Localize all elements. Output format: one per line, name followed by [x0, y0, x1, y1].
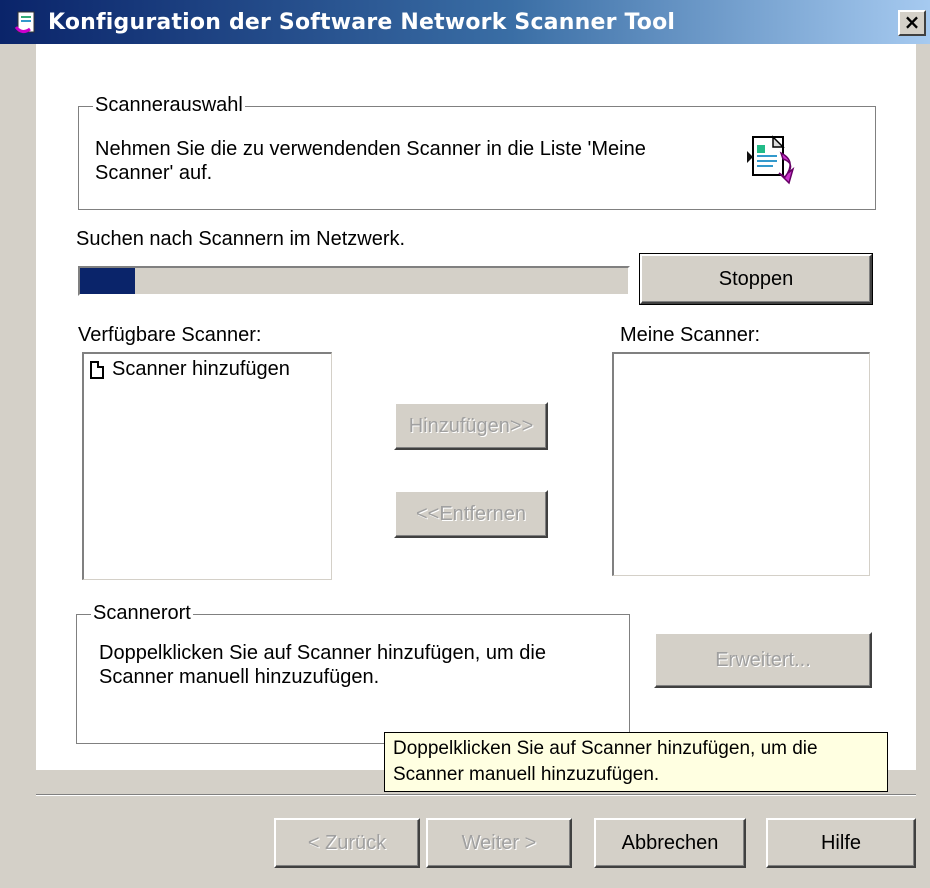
search-progress-fill [80, 268, 135, 294]
scanner-selection-group: Scannerauswahl Nehmen Sie die zu verwend… [78, 94, 876, 210]
footer-divider-highlight [36, 795, 916, 796]
help-button[interactable]: Hilfe [766, 818, 916, 868]
close-icon: × [903, 10, 921, 34]
window-title: Konfiguration der Software Network Scann… [48, 9, 676, 35]
document-icon [90, 360, 104, 379]
back-button[interactable]: < Zurück [274, 818, 420, 868]
next-button[interactable]: Weiter > [426, 818, 572, 868]
scanner-selection-legend: Scannerauswahl [93, 94, 245, 117]
advanced-button[interactable]: Erweitert... [654, 632, 872, 688]
scanner-location-description: Doppelklicken Sie auf Scanner hinzufügen… [99, 642, 546, 688]
wizard-document-icon [743, 131, 801, 193]
scanner-selection-description: Nehmen Sie die zu verwendenden Scanner i… [95, 138, 646, 184]
scanner-location-group: Scannerort Doppelklicken Sie auf Scanner… [76, 602, 630, 744]
available-scanners-label: Verfügbare Scanner: [78, 324, 262, 346]
my-scanners-list[interactable] [612, 352, 870, 576]
my-scanners-label: Meine Scanner: [620, 324, 761, 346]
search-progress-bar [78, 266, 630, 296]
app-icon [14, 9, 40, 35]
remove-scanner-button[interactable]: <<Entfernen [394, 490, 548, 538]
title-bar: Konfiguration der Software Network Scann… [0, 0, 930, 44]
close-button[interactable]: × [898, 10, 926, 36]
tooltip: Doppelklicken Sie auf Scanner hinzufügen… [384, 732, 888, 792]
left-frame [0, 44, 36, 888]
available-scanners-list[interactable]: Scanner hinzufügen [82, 352, 332, 580]
list-item-label: Scanner hinzufügen [112, 358, 290, 380]
add-scanner-button[interactable]: Hinzufügen>> [394, 402, 548, 450]
scanner-location-legend: Scannerort [91, 602, 193, 625]
cancel-button[interactable]: Abbrechen [594, 818, 746, 868]
list-item[interactable]: Scanner hinzufügen [84, 354, 331, 385]
search-status-text: Suchen nach Scannern im Netzwerk. [76, 228, 406, 250]
stop-button[interactable]: Stoppen [639, 253, 873, 305]
